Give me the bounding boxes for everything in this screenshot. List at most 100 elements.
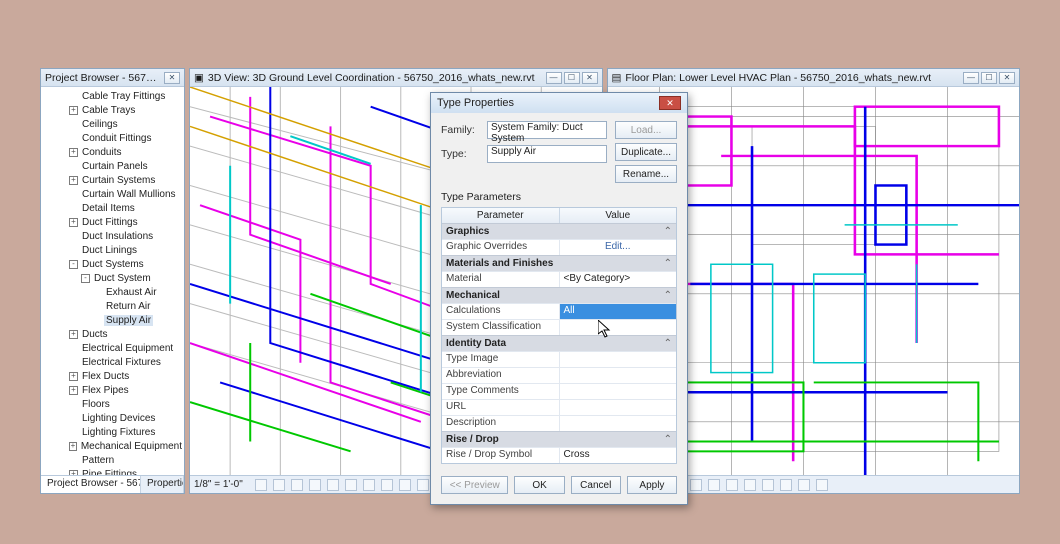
dialog-titlebar[interactable]: Type Properties ✕ bbox=[431, 93, 687, 113]
param-row[interactable]: Type Image bbox=[442, 351, 676, 367]
param-group-header[interactable]: Graphics⌃ bbox=[442, 223, 676, 239]
project-browser-titlebar[interactable]: Project Browser - 56750_2016_whats_... ✕ bbox=[41, 69, 184, 87]
param-row[interactable]: System Classification bbox=[442, 319, 676, 335]
tree-item[interactable]: Floors bbox=[41, 397, 184, 411]
rename-button[interactable]: Rename... bbox=[615, 165, 677, 183]
tab-properties[interactable]: Properties bbox=[141, 476, 184, 493]
param-value[interactable]: AllAllFlow onlyNonePerformance bbox=[560, 304, 677, 319]
collapse-icon[interactable]: - bbox=[81, 274, 90, 283]
expand-icon[interactable]: + bbox=[69, 176, 78, 185]
tree-item[interactable]: Supply Air bbox=[41, 313, 184, 327]
sb-icon[interactable] bbox=[762, 479, 774, 491]
view-floorplan-titlebar[interactable]: ▤ Floor Plan: Lower Level HVAC Plan - 56… bbox=[608, 69, 1020, 87]
tree-item[interactable]: -Duct System bbox=[41, 271, 184, 285]
tree-item[interactable]: Conduit Fittings bbox=[41, 131, 184, 145]
sb-icon[interactable] bbox=[345, 479, 357, 491]
type-select[interactable]: Supply Air bbox=[487, 145, 607, 163]
param-value[interactable]: <By Category> bbox=[560, 272, 677, 287]
sb-icon[interactable] bbox=[417, 479, 429, 491]
sb-icon[interactable] bbox=[291, 479, 303, 491]
expand-icon[interactable]: + bbox=[69, 386, 78, 395]
ok-button[interactable]: OK bbox=[514, 476, 564, 494]
sb-icon[interactable] bbox=[726, 479, 738, 491]
param-row[interactable]: Graphic OverridesEdit... bbox=[442, 239, 676, 255]
sb-icon[interactable] bbox=[798, 479, 810, 491]
tree-item[interactable]: +Flex Pipes bbox=[41, 383, 184, 397]
tree-item[interactable]: Lighting Fixtures bbox=[41, 425, 184, 439]
expand-icon[interactable]: + bbox=[69, 330, 78, 339]
project-tree[interactable]: Cable Tray Fittings+Cable TraysCeilingsC… bbox=[41, 87, 184, 475]
expand-icon[interactable]: + bbox=[69, 372, 78, 381]
sb-icon[interactable] bbox=[273, 479, 285, 491]
minimize-icon[interactable]: — bbox=[963, 72, 979, 84]
tree-item[interactable]: +Curtain Systems bbox=[41, 173, 184, 187]
tree-item[interactable]: Lighting Devices bbox=[41, 411, 184, 425]
expand-icon[interactable]: + bbox=[69, 148, 78, 157]
param-group-header[interactable]: Identity Data⌃ bbox=[442, 335, 676, 351]
expand-icon[interactable]: + bbox=[69, 442, 77, 451]
param-row[interactable]: Rise / Drop SymbolCross bbox=[442, 447, 676, 463]
load-button[interactable]: Load... bbox=[615, 121, 677, 139]
apply-button[interactable]: Apply bbox=[627, 476, 677, 494]
sb-icon[interactable] bbox=[744, 479, 756, 491]
tree-item[interactable]: Electrical Equipment bbox=[41, 341, 184, 355]
scale-label[interactable]: 1/8" = 1'-0" bbox=[194, 479, 243, 490]
tree-item[interactable]: +Flex Ducts bbox=[41, 369, 184, 383]
param-value[interactable] bbox=[560, 320, 677, 335]
param-row[interactable]: URL bbox=[442, 399, 676, 415]
param-row[interactable]: Type Comments bbox=[442, 383, 676, 399]
expand-icon[interactable]: + bbox=[69, 218, 78, 227]
tree-item[interactable]: +Pipe Fittings bbox=[41, 467, 184, 475]
tree-item[interactable]: Pattern bbox=[41, 453, 184, 467]
tree-item[interactable]: Duct Linings bbox=[41, 243, 184, 257]
close-icon[interactable]: ✕ bbox=[164, 72, 180, 84]
cancel-button[interactable]: Cancel bbox=[571, 476, 621, 494]
tree-item[interactable]: Electrical Fixtures bbox=[41, 355, 184, 369]
param-value[interactable] bbox=[560, 384, 677, 399]
param-row[interactable]: Abbreviation bbox=[442, 367, 676, 383]
dialog-close-button[interactable]: ✕ bbox=[659, 96, 681, 110]
param-value[interactable]: Cross bbox=[560, 448, 677, 463]
maximize-icon[interactable]: ☐ bbox=[981, 72, 997, 84]
tree-item[interactable]: Detail Items bbox=[41, 201, 184, 215]
collapse-icon[interactable]: - bbox=[69, 260, 78, 269]
sb-icon[interactable] bbox=[309, 479, 321, 491]
sb-icon[interactable] bbox=[327, 479, 339, 491]
param-value[interactable] bbox=[560, 352, 677, 367]
family-select[interactable]: System Family: Duct System bbox=[487, 121, 607, 139]
sb-icon[interactable] bbox=[816, 479, 828, 491]
close-icon[interactable]: ✕ bbox=[999, 72, 1015, 84]
sb-icon[interactable] bbox=[399, 479, 411, 491]
tab-project-browser[interactable]: Project Browser - 56750_20... bbox=[41, 476, 141, 493]
sb-icon[interactable] bbox=[381, 479, 393, 491]
tree-item[interactable]: +Cable Trays bbox=[41, 103, 184, 117]
tree-item[interactable]: Curtain Panels bbox=[41, 159, 184, 173]
tree-item[interactable]: +Conduits bbox=[41, 145, 184, 159]
param-value[interactable] bbox=[560, 400, 677, 415]
tree-item[interactable]: +Ducts bbox=[41, 327, 184, 341]
tree-item[interactable]: +Duct Fittings bbox=[41, 215, 184, 229]
param-group-header[interactable]: Mechanical⌃ bbox=[442, 287, 676, 303]
param-value[interactable]: Edit... bbox=[560, 240, 677, 255]
preview-button[interactable]: << Preview bbox=[441, 476, 509, 494]
param-value[interactable] bbox=[560, 416, 677, 431]
param-value[interactable] bbox=[560, 368, 677, 383]
tree-item[interactable]: Cable Tray Fittings bbox=[41, 89, 184, 103]
sb-icon[interactable] bbox=[708, 479, 720, 491]
tree-item[interactable]: +Mechanical Equipment bbox=[41, 439, 184, 453]
param-group-header[interactable]: Rise / Drop⌃ bbox=[442, 431, 676, 447]
tree-item[interactable]: Exhaust Air bbox=[41, 285, 184, 299]
tree-item[interactable]: Ceilings bbox=[41, 117, 184, 131]
expand-icon[interactable]: + bbox=[69, 106, 78, 115]
sb-icon[interactable] bbox=[363, 479, 375, 491]
tree-item[interactable]: -Duct Systems bbox=[41, 257, 184, 271]
param-row[interactable]: Material<By Category> bbox=[442, 271, 676, 287]
minimize-icon[interactable]: — bbox=[546, 72, 562, 84]
tree-item[interactable]: Curtain Wall Mullions bbox=[41, 187, 184, 201]
sb-icon[interactable] bbox=[690, 479, 702, 491]
sb-icon[interactable] bbox=[780, 479, 792, 491]
tree-item[interactable]: Return Air bbox=[41, 299, 184, 313]
param-row[interactable]: CalculationsAllAllFlow onlyNonePerforman… bbox=[442, 303, 676, 319]
param-row[interactable]: Description bbox=[442, 415, 676, 431]
maximize-icon[interactable]: ☐ bbox=[564, 72, 580, 84]
